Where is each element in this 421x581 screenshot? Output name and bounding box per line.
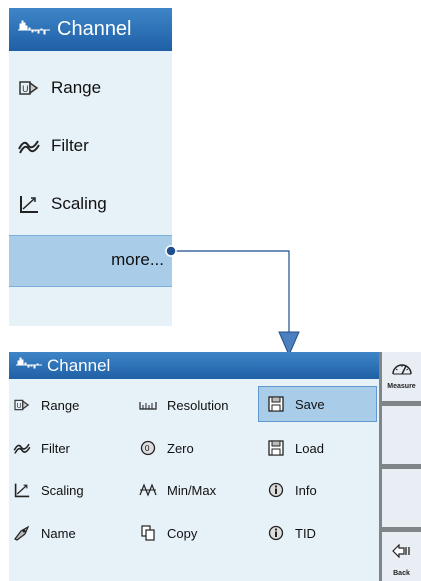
menu-item-label: Range: [41, 397, 80, 413]
zero-icon: 0: [139, 439, 157, 457]
info-icon: [267, 524, 285, 542]
channel-icon: [15, 356, 43, 375]
softkey-3[interactable]: [382, 469, 421, 527]
menu-item-label: Load: [295, 440, 324, 456]
menu-item-label: Name: [41, 525, 76, 541]
menu-item-label: Min/Max: [167, 482, 217, 498]
menu-item-label: Resolution: [167, 397, 229, 413]
channel-menu-full: Channel U Range Filter Scaling Name Reso…: [9, 352, 379, 581]
menu-item-scaling[interactable]: Scaling: [13, 477, 123, 503]
back-arrow-icon: [392, 543, 412, 563]
range-icon: U: [13, 396, 31, 414]
channel-header: Channel: [9, 352, 379, 379]
measure-label: Measure: [387, 383, 416, 390]
softkey-bar: Measure Back: [379, 352, 421, 581]
filter-icon: [13, 439, 31, 457]
menu-item-label: Save: [295, 396, 325, 412]
menu-item-label: Filter: [41, 440, 70, 456]
menu-item-label: Zero: [167, 440, 194, 456]
channel-title: Channel: [47, 355, 111, 375]
back-button[interactable]: Back: [382, 532, 421, 581]
menu-item-name[interactable]: Name: [13, 520, 123, 546]
svg-text:U: U: [17, 402, 22, 410]
resolution-icon: [139, 396, 157, 414]
menu-item-label: TID: [295, 525, 316, 541]
back-label: Back: [393, 570, 410, 577]
menu-item-resolution[interactable]: Resolution: [139, 392, 254, 418]
menu-item-info[interactable]: Info: [267, 477, 377, 503]
svg-text:0: 0: [145, 444, 150, 453]
measure-button[interactable]: Measure: [382, 352, 421, 401]
menu-item-label: Copy: [167, 525, 198, 541]
minmax-icon: [139, 481, 157, 499]
menu-item-label: Info: [295, 482, 317, 498]
menu-item-tid[interactable]: TID: [267, 520, 377, 546]
load-icon: [267, 439, 285, 457]
menu-item-filter[interactable]: Filter: [13, 435, 123, 461]
save-icon: [267, 395, 285, 413]
name-icon: [13, 524, 31, 542]
info-icon: [267, 481, 285, 499]
copy-icon: [139, 524, 157, 542]
menu-item-label: Scaling: [41, 482, 84, 498]
scaling-icon: [13, 481, 31, 499]
menu-item-minmax[interactable]: Min/Max: [139, 477, 254, 503]
menu-item-range[interactable]: U Range: [13, 392, 123, 418]
softkey-2[interactable]: [382, 406, 421, 464]
gauge-icon: [391, 360, 413, 381]
menu-item-save[interactable]: Save: [258, 386, 377, 422]
menu-item-copy[interactable]: Copy: [139, 520, 254, 546]
menu-item-load[interactable]: Load: [267, 435, 377, 461]
menu-item-zero[interactable]: 0 Zero: [139, 435, 254, 461]
